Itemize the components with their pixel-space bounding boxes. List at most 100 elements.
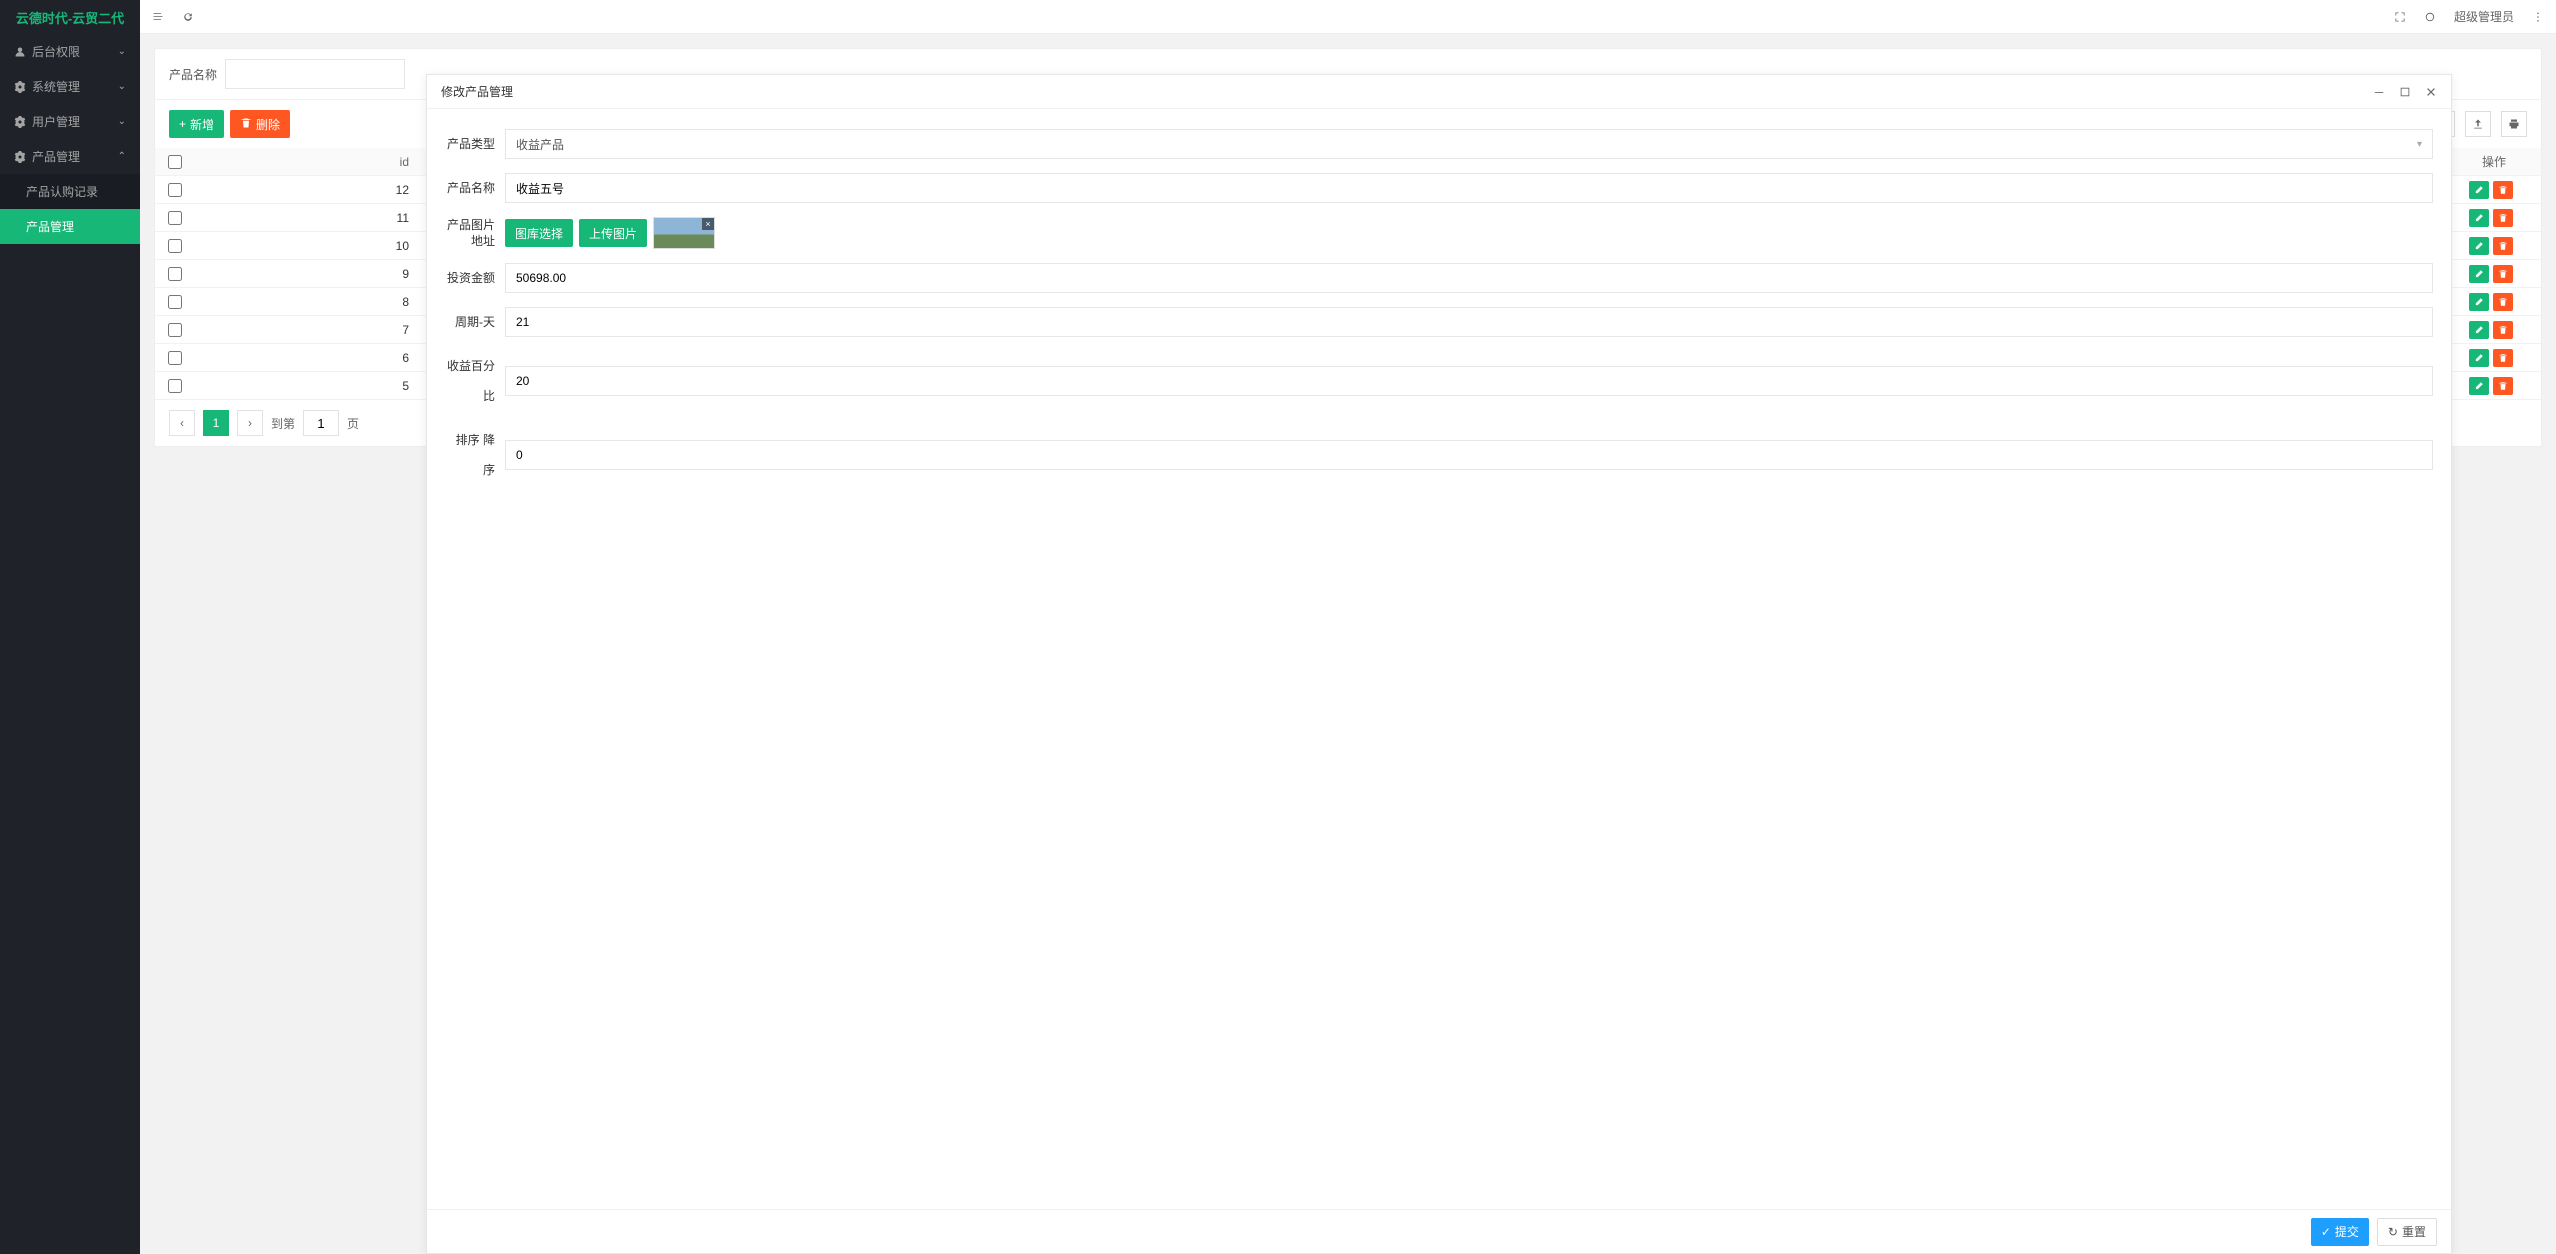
maximize-icon[interactable] [2399, 86, 2411, 98]
field-cycle-input[interactable] [505, 307, 2433, 337]
row-checkbox[interactable] [168, 211, 182, 225]
row-delete-button[interactable] [2493, 265, 2513, 283]
sidebar-label: 后台权限 [32, 43, 80, 60]
field-type-label: 产品类型 [445, 129, 505, 159]
field-pct-label: 收益百分比 [445, 351, 505, 411]
sidebar: 云德时代-云贸二代 后台权限 ⌄ 系统管理 ⌄ 用户管理 ⌄ 产品管理 ⌃ [0, 0, 140, 1254]
sidebar-label: 系统管理 [32, 78, 80, 95]
row-checkbox[interactable] [168, 295, 182, 309]
cell-id: 6 [195, 351, 421, 365]
check-icon: ✓ [2321, 1225, 2331, 1239]
pager-next[interactable]: › [237, 410, 263, 436]
remove-image-icon[interactable]: × [702, 218, 714, 230]
user-label[interactable]: 超级管理员 [2454, 8, 2514, 25]
fullscreen-icon[interactable] [2394, 11, 2406, 23]
sidebar-item-product-manage[interactable]: 产品管理 [0, 209, 140, 244]
field-pct-input[interactable] [505, 366, 2433, 396]
select-all-checkbox[interactable] [168, 155, 182, 169]
pager-prev[interactable]: ‹ [169, 410, 195, 436]
chevron-down-icon: ⌄ [118, 46, 126, 57]
field-img-label: 产品图片地址 [445, 217, 505, 249]
cell-id: 8 [195, 295, 421, 309]
cell-id: 5 [195, 379, 421, 393]
header-bar: 超级管理员 [140, 0, 2556, 34]
cell-id: 9 [195, 267, 421, 281]
pager-page-1[interactable]: 1 [203, 410, 229, 436]
field-type-select[interactable]: 收益产品 ▾ [505, 129, 2433, 159]
menu-toggle-icon[interactable] [152, 11, 164, 23]
sidebar-label: 用户管理 [32, 113, 80, 130]
sidebar-item-system[interactable]: 系统管理 ⌄ [0, 69, 140, 104]
edit-button[interactable] [2469, 181, 2489, 199]
pager-goto-label: 到第 [271, 415, 295, 432]
row-checkbox[interactable] [168, 183, 182, 197]
refresh-icon[interactable] [182, 11, 194, 23]
col-id-header: id [195, 155, 421, 169]
minimize-icon[interactable] [2373, 86, 2385, 98]
chevron-down-icon: ⌄ [118, 116, 126, 127]
reset-button[interactable]: ↻重置 [2377, 1218, 2437, 1246]
row-delete-button[interactable] [2493, 321, 2513, 339]
close-icon[interactable] [2425, 86, 2437, 98]
row-checkbox[interactable] [168, 239, 182, 253]
field-cycle-label: 周期-天 [445, 307, 505, 337]
cell-id: 10 [195, 239, 421, 253]
submit-button[interactable]: ✓提交 [2311, 1218, 2369, 1246]
field-amount-input[interactable] [505, 263, 2433, 293]
search-label: 产品名称 [169, 66, 217, 83]
add-button[interactable]: +新增 [169, 110, 224, 138]
brand-logo: 云德时代-云贸二代 [0, 0, 140, 34]
row-checkbox[interactable] [168, 323, 182, 337]
sidebar-label: 产品管理 [26, 218, 74, 235]
sidebar-item-perms[interactable]: 后台权限 ⌄ [0, 34, 140, 69]
field-name-input[interactable] [505, 173, 2433, 203]
field-amount-label: 投资金额 [445, 263, 505, 293]
pager-page-suffix: 页 [347, 415, 359, 432]
pager-goto-input[interactable] [303, 410, 339, 436]
delete-button[interactable]: 删除 [230, 110, 290, 138]
image-thumbnail: × [653, 217, 715, 249]
theme-icon[interactable] [2424, 11, 2436, 23]
sidebar-label: 产品管理 [32, 148, 80, 165]
row-delete-button[interactable] [2493, 209, 2513, 227]
cell-id: 7 [195, 323, 421, 337]
edit-button[interactable] [2469, 349, 2489, 367]
gear-icon [14, 116, 26, 128]
edit-modal: 修改产品管理 产品类型 收益产品 ▾ [426, 74, 2452, 1254]
edit-button[interactable] [2469, 293, 2489, 311]
search-input[interactable] [225, 59, 405, 89]
sidebar-item-subscribe[interactable]: 产品认购记录 [0, 174, 140, 209]
field-name-label: 产品名称 [445, 173, 505, 203]
cell-id: 12 [195, 183, 421, 197]
print-icon[interactable] [2501, 111, 2527, 137]
upload-button[interactable]: 上传图片 [579, 219, 647, 247]
edit-button[interactable] [2469, 321, 2489, 339]
row-delete-button[interactable] [2493, 349, 2513, 367]
row-delete-button[interactable] [2493, 237, 2513, 255]
trash-icon [240, 117, 252, 132]
edit-button[interactable] [2469, 209, 2489, 227]
sidebar-item-users[interactable]: 用户管理 ⌄ [0, 104, 140, 139]
row-checkbox[interactable] [168, 267, 182, 281]
gallery-button[interactable]: 图库选择 [505, 219, 573, 247]
row-delete-button[interactable] [2493, 377, 2513, 395]
row-delete-button[interactable] [2493, 181, 2513, 199]
user-icon [14, 46, 26, 58]
edit-button[interactable] [2469, 377, 2489, 395]
edit-button[interactable] [2469, 265, 2489, 283]
row-checkbox[interactable] [168, 351, 182, 365]
more-icon[interactable] [2532, 11, 2544, 23]
field-sort-label: 排序 降序 [445, 425, 505, 485]
sidebar-item-products[interactable]: 产品管理 ⌃ [0, 139, 140, 174]
export-icon[interactable] [2465, 111, 2491, 137]
row-checkbox[interactable] [168, 379, 182, 393]
gear-icon [14, 151, 26, 163]
chevron-down-icon: ⌄ [118, 81, 126, 92]
plus-icon: + [179, 117, 186, 131]
col-ops-header: 操作 [2447, 153, 2541, 170]
row-delete-button[interactable] [2493, 293, 2513, 311]
cell-id: 11 [195, 211, 421, 225]
edit-button[interactable] [2469, 237, 2489, 255]
field-sort-input[interactable] [505, 440, 2433, 470]
caret-down-icon: ▾ [2417, 139, 2422, 150]
